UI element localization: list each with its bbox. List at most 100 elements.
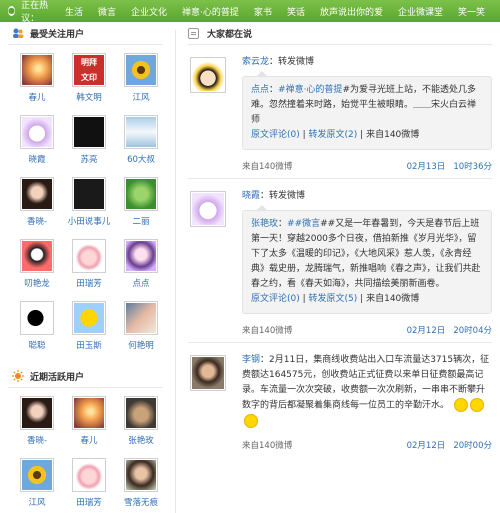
avatar[interactable]	[72, 177, 106, 211]
user-name[interactable]: 香晓-	[12, 434, 62, 446]
avatar[interactable]	[72, 301, 106, 335]
avatar[interactable]	[20, 301, 54, 335]
feed-header: 大家都在说	[180, 22, 500, 44]
topic-link[interactable]: 笑一笑	[458, 5, 485, 18]
quoted-text: 点点：#禅意·心的普提#为爱寻光班上站，不能透处几多难。忽然撞着来时路，始觉平生…	[251, 85, 477, 125]
topic-link[interactable]: 放声说出你的爱	[320, 5, 383, 18]
repost-original-link[interactable]: 转发原文(5)	[309, 294, 358, 304]
user-name[interactable]: 田瑞芳	[64, 496, 114, 508]
user-name[interactable]: 江风	[12, 496, 62, 508]
topic-tag[interactable]: #禅意·心的普提	[278, 85, 342, 95]
topic-link[interactable]: 家书	[254, 5, 272, 18]
topic-tag[interactable]: ##微言	[287, 219, 320, 229]
user-card[interactable]: 田玉斯	[64, 301, 114, 361]
post-body: 李钢：2月11日，集商线收费站出入口车流量达3715辆次，征费额达164575元…	[242, 353, 492, 429]
user-name[interactable]: 二丽	[116, 215, 166, 227]
avatar[interactable]	[20, 396, 54, 430]
user-card[interactable]: 聪聪	[12, 301, 62, 361]
user-card[interactable]: 张艳玫	[116, 396, 166, 456]
post-author[interactable]: 晓霞	[242, 191, 260, 201]
topic-link[interactable]: 禅意·心的普提	[182, 5, 239, 18]
smile-emoji-icon	[469, 398, 484, 412]
user-name[interactable]: 聪聪	[12, 339, 62, 351]
user-name[interactable]: 叨艳龙	[12, 277, 62, 289]
user-card[interactable]: 雪落无痕	[116, 458, 166, 513]
user-name[interactable]: 田瑞芳	[64, 277, 114, 289]
user-name[interactable]: 晓霞	[12, 153, 62, 165]
post-time[interactable]: 02月13日 10时36分	[407, 160, 492, 172]
avatar[interactable]	[72, 396, 106, 430]
avatar[interactable]	[124, 115, 158, 149]
quoted-footer: 原文评论(0) | 转发原文(5) | 来自140微博	[251, 294, 420, 304]
smile-emoji-icon	[244, 413, 258, 428]
avatar[interactable]	[190, 191, 226, 227]
user-name[interactable]: 春儿	[64, 434, 114, 446]
user-name[interactable]: 雪落无痕	[116, 496, 166, 508]
user-card[interactable]: 春儿	[64, 396, 114, 456]
avatar[interactable]	[124, 301, 158, 335]
user-card[interactable]: 苏亮	[64, 115, 114, 175]
user-card[interactable]: 晓霞	[12, 115, 62, 175]
user-card[interactable]: 点点	[116, 239, 166, 299]
original-comments-link[interactable]: 原文评论(0)	[251, 130, 300, 140]
user-card[interactable]: 小田说事儿	[64, 177, 114, 237]
user-name[interactable]: 香晓-	[12, 215, 62, 227]
post-time[interactable]: 02月12日 20时00分	[407, 439, 492, 451]
user-name[interactable]: 60大叔	[116, 153, 166, 165]
post-author[interactable]: 索云龙	[242, 57, 269, 67]
avatar[interactable]	[124, 396, 158, 430]
avatar[interactable]	[190, 57, 226, 93]
avatar[interactable]	[20, 458, 54, 492]
smile-emoji-icon	[453, 398, 468, 412]
avatar[interactable]	[20, 239, 54, 273]
avatar[interactable]	[72, 458, 106, 492]
post-meta: 来自140微博 02月13日 10时36分	[242, 160, 492, 172]
quoted-text: 张艳玫：##微言##又是一年春暑到，今天是春节后上班第一天！穿越2000多个日夜…	[251, 219, 481, 289]
user-card[interactable]: 何艳明	[116, 301, 166, 361]
user-name[interactable]: 小田说事儿	[64, 215, 114, 227]
avatar[interactable]	[72, 115, 106, 149]
topic-link[interactable]: 笑话	[287, 5, 305, 18]
user-name[interactable]: 田玉斯	[64, 339, 114, 351]
user-name[interactable]: 苏亮	[64, 153, 114, 165]
user-name[interactable]: 韩文明	[64, 91, 114, 103]
user-card[interactable]: 田瑞芳	[64, 239, 114, 299]
user-name[interactable]: 张艳玫	[116, 434, 166, 446]
repost-original-link[interactable]: 转发原文(2)	[309, 130, 358, 140]
avatar[interactable]	[20, 115, 54, 149]
sun-icon	[12, 370, 24, 382]
post-time[interactable]: 02月12日 20时04分	[407, 324, 492, 336]
user-card[interactable]: 叨艳龙	[12, 239, 62, 299]
avatar[interactable]	[124, 458, 158, 492]
user-card[interactable]: 60大叔	[116, 115, 166, 175]
user-card[interactable]: 江风	[116, 53, 166, 113]
user-card[interactable]: 江风	[12, 458, 62, 513]
user-name[interactable]: 何艳明	[116, 339, 166, 351]
user-card[interactable]: 明拜 文印 韩文明	[64, 53, 114, 113]
user-name[interactable]: 春儿	[12, 91, 62, 103]
post-author[interactable]: 李钢	[242, 355, 260, 365]
user-name[interactable]: 江风	[116, 91, 166, 103]
user-card[interactable]: 二丽	[116, 177, 166, 237]
avatar[interactable]	[20, 53, 54, 87]
avatar[interactable]	[124, 239, 158, 273]
avatar[interactable]	[20, 177, 54, 211]
feed-post: 晓霞：转发微博 张艳玫：##微言##又是一年春暑到，今天是春节后上班第一天！穿越…	[180, 179, 500, 342]
avatar[interactable]	[124, 53, 158, 87]
user-card[interactable]: 田瑞芳	[64, 458, 114, 513]
quoted-author[interactable]: 张艳玫	[251, 219, 278, 229]
topic-link[interactable]: 微言	[98, 5, 116, 18]
user-name[interactable]: 点点	[116, 277, 166, 289]
topic-link[interactable]: 企业文化	[131, 5, 167, 18]
original-comments-link[interactable]: 原文评论(0)	[251, 294, 300, 304]
quoted-author[interactable]: 点点	[251, 85, 269, 95]
topic-link[interactable]: 生活	[65, 5, 83, 18]
avatar[interactable]	[124, 177, 158, 211]
user-card[interactable]: 春儿	[12, 53, 62, 113]
avatar[interactable]	[72, 239, 106, 273]
avatar[interactable]: 明拜 文印	[72, 53, 106, 87]
avatar[interactable]	[190, 355, 226, 391]
user-card[interactable]: 香晓-	[12, 177, 62, 237]
topic-link[interactable]: 企业微课堂	[398, 5, 443, 18]
user-card[interactable]: 香晓-	[12, 396, 62, 456]
